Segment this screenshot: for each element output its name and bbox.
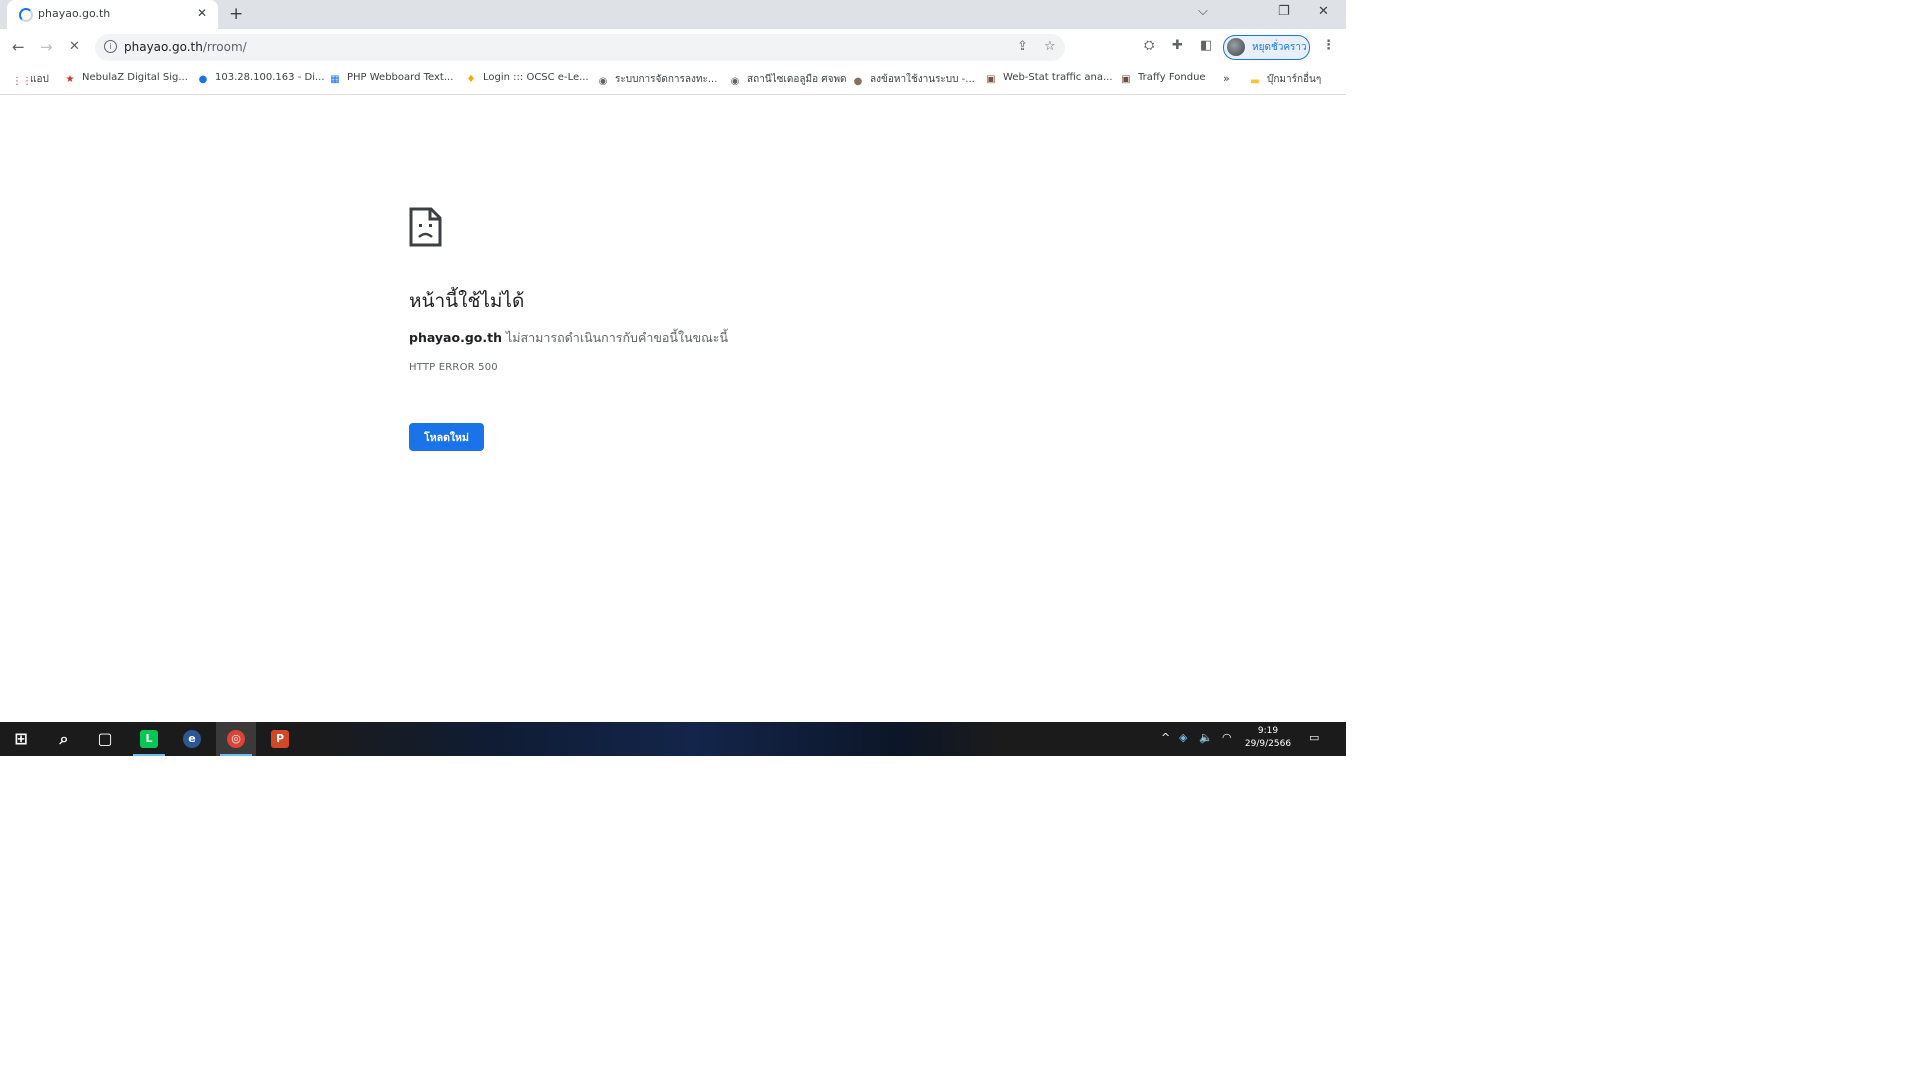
- extension-icon[interactable]: ⛭: [1144, 38, 1154, 53]
- bookmark-ip-address[interactable]: ● 103.28.100.163 - Di...: [197, 72, 325, 90]
- bookmark-label: แอป: [30, 74, 49, 85]
- start-button[interactable]: ⊞: [1, 722, 41, 756]
- error-message: ไม่สามารถดำเนินการกับคำขอนี้ในขณะนี้: [505, 330, 729, 345]
- bookmark-label: 103.28.100.163 - Di...: [215, 72, 325, 83]
- globe-icon: ◉: [730, 76, 740, 87]
- task-view-button[interactable]: ▢: [85, 722, 125, 756]
- clock[interactable]: 9:19 29/9/2566: [1240, 725, 1296, 751]
- error-title: หน้านี้ใช้ไม่ได้: [409, 290, 525, 312]
- url-path: /rroom/: [202, 40, 247, 54]
- brown-circle-icon: ●: [853, 76, 863, 87]
- line-icon: L: [140, 730, 158, 748]
- task-view-icon: ▢: [97, 729, 113, 748]
- bookmark-ocsc-login[interactable]: ♦ Login ::: OCSC e-Le...: [465, 72, 589, 90]
- taskbar-line-app[interactable]: L: [129, 722, 169, 756]
- clock-time: 9:19: [1257, 726, 1279, 736]
- bookmark-label: ระบบการจัดการลงทะ...: [615, 74, 718, 85]
- folder-icon: ▬: [1250, 76, 1260, 87]
- new-tab-button[interactable]: +: [229, 4, 243, 24]
- wifi-icon[interactable]: ◠: [1222, 731, 1232, 744]
- search-button[interactable]: ⌕: [44, 722, 84, 756]
- bookmark-other-folder[interactable]: ▬ บุ๊กมาร์กอื่นๆ: [1249, 72, 1321, 90]
- globe-icon: ◉: [598, 76, 608, 87]
- tab-strip: phayao.go.th ✕ + ⌵ ❐ ✕: [0, 0, 1346, 29]
- calendar-icon: ▦: [330, 74, 340, 85]
- clock-date: 29/9/2566: [1244, 739, 1292, 749]
- reload-button[interactable]: โหลดใหม่: [409, 423, 484, 451]
- bookmark-label: สถานีไซเดอลูมือ ศจพด: [747, 74, 847, 85]
- bookmark-php-webboard[interactable]: ▦ PHP Webboard Text...: [329, 72, 453, 90]
- taskbar-powerpoint-app[interactable]: P: [260, 722, 300, 756]
- bookmark-registration-system[interactable]: ◉ ระบบการจัดการลงทะ...: [597, 72, 718, 90]
- bookmark-station[interactable]: ◉ สถานีไซเดอลูมือ ศจพด: [729, 72, 847, 90]
- running-indicator: [220, 754, 252, 756]
- tab-title: phayao.go.th: [38, 7, 111, 20]
- volume-icon[interactable]: 🔈: [1199, 731, 1213, 744]
- puzzle-extensions-icon[interactable]: ✚: [1172, 38, 1183, 53]
- loading-spinner-icon: [19, 8, 33, 22]
- close-window-button[interactable]: ✕: [1318, 4, 1329, 19]
- share-icon[interactable]: ⇪: [1017, 39, 1028, 54]
- more-bookmarks-chevron-icon[interactable]: »: [1223, 72, 1230, 90]
- avatar: [1227, 38, 1245, 56]
- error-description: phayao.go.th ไม่สามารถดำเนินการกับคำขอนี…: [409, 328, 728, 348]
- running-indicator: [133, 754, 165, 756]
- chrome-icon: ◎: [227, 730, 245, 748]
- traffy-icon: ▣: [1121, 74, 1131, 85]
- bookmark-star-icon[interactable]: ☆: [1044, 39, 1056, 54]
- url-host: phayao.go.th: [124, 40, 203, 54]
- windows-icon: ⊞: [14, 729, 28, 748]
- toolbar: ← → ✕ i phayao.go.th/rroom/ ⇪ ☆ ⛭ ✚ ◧ หย…: [0, 29, 1346, 67]
- profile-button[interactable]: หยุดชั่วคราว: [1223, 35, 1310, 60]
- forward-button[interactable]: →: [40, 38, 53, 56]
- tab-search-icon[interactable]: ⌵: [1198, 4, 1208, 19]
- blue-dot-icon: ●: [198, 74, 208, 85]
- internet-explorer-icon: e: [183, 730, 201, 748]
- tray-chevron-icon[interactable]: ^: [1161, 731, 1170, 744]
- star-logo-icon: ★: [65, 74, 75, 85]
- profile-label: หยุดชั่วคราว: [1252, 42, 1307, 53]
- webstat-icon: ▣: [986, 74, 996, 85]
- apps-grid-icon: ⋮⋮: [12, 76, 32, 87]
- bookmark-label: บุ๊กมาร์กอื่นๆ: [1267, 74, 1322, 85]
- bookmark-apps[interactable]: ⋮⋮แอป: [12, 72, 49, 90]
- taskbar: ⊞ ⌕ ▢ L e ◎ P ^ ◈ 🔈 ◠ 9:19 29/9/2566 ▭: [0, 722, 1346, 756]
- bookmark-usage-system[interactable]: ● ลงข้อหาใช้งานระบบ -...: [852, 72, 975, 90]
- sad-page-icon: [409, 207, 442, 247]
- taskbar-ie-app[interactable]: e: [172, 722, 212, 756]
- bookmark-nebulaz[interactable]: ★ NebulaZ Digital Sig...: [64, 72, 188, 90]
- network-icon[interactable]: ◈: [1179, 731, 1187, 744]
- flame-icon: ♦: [466, 74, 476, 85]
- error-code: HTTP ERROR 500: [409, 362, 498, 373]
- notifications-icon[interactable]: ▭: [1309, 731, 1319, 744]
- restore-window-button[interactable]: ❐: [1278, 4, 1290, 19]
- bookmark-label: Login ::: OCSC e-Le...: [483, 72, 589, 83]
- taskbar-wallpaper: [320, 722, 1000, 756]
- stop-loading-button[interactable]: ✕: [69, 39, 80, 54]
- address-bar[interactable]: i phayao.go.th/rroom/ ⇪ ☆: [95, 34, 1065, 61]
- bookmark-label: Web-Stat traffic ana...: [1003, 72, 1113, 83]
- screen: phayao.go.th ✕ + ⌵ ❐ ✕ ← → ✕ i phayao.go…: [0, 0, 1346, 756]
- bookmark-traffy-fondue[interactable]: ▣ Traffy Fondue: [1120, 72, 1206, 90]
- tab-active[interactable]: phayao.go.th ✕: [7, 0, 218, 29]
- tab-close-icon[interactable]: ✕: [197, 6, 207, 20]
- error-host: phayao.go.th: [409, 330, 502, 345]
- site-info-icon[interactable]: i: [104, 40, 117, 53]
- powerpoint-icon: P: [271, 730, 289, 748]
- bookmark-label: PHP Webboard Text...: [347, 72, 454, 83]
- side-panel-icon[interactable]: ◧: [1200, 38, 1212, 53]
- url-text[interactable]: phayao.go.th/rroom/: [124, 40, 247, 54]
- bookmark-label: ลงข้อหาใช้งานระบบ -...: [870, 74, 975, 85]
- search-icon: ⌕: [59, 729, 69, 748]
- bookmarks-bar: ⋮⋮แอป ★ NebulaZ Digital Sig... ● 103.28.10…: [0, 67, 1346, 95]
- back-button[interactable]: ←: [12, 38, 25, 56]
- bookmark-web-stat[interactable]: ▣ Web-Stat traffic ana...: [985, 72, 1113, 90]
- taskbar-chrome-app[interactable]: ◎: [216, 722, 256, 756]
- bookmark-label: NebulaZ Digital Sig...: [82, 72, 188, 83]
- menu-icon[interactable]: ⋮: [1322, 38, 1335, 53]
- bookmark-label: Traffy Fondue: [1138, 72, 1206, 83]
